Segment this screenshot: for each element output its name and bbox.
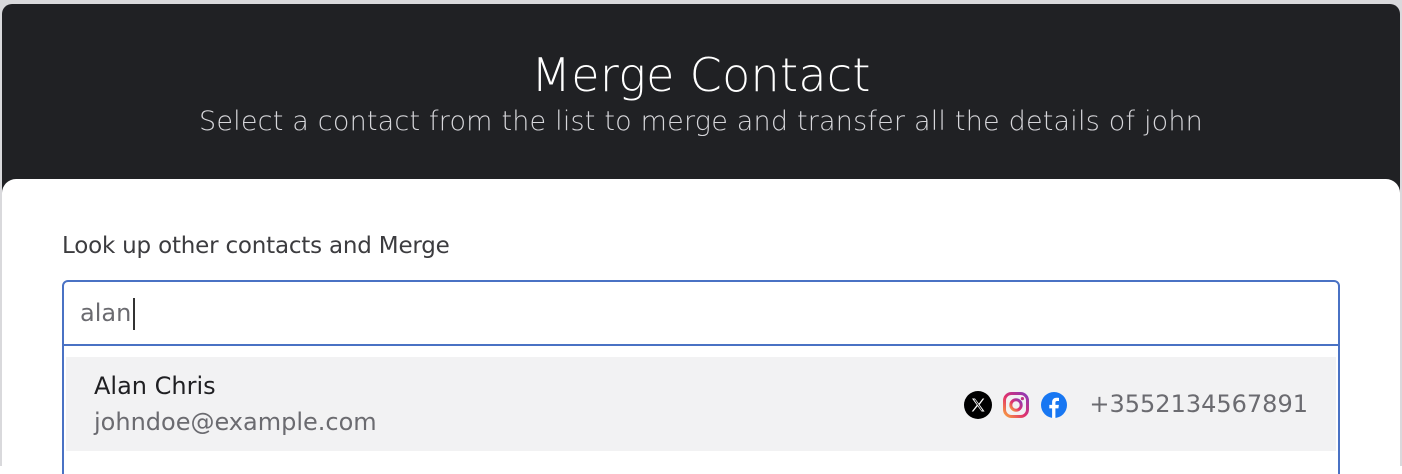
facebook-icon — [1041, 392, 1067, 418]
x-icon — [964, 391, 992, 419]
text-caret — [133, 298, 135, 330]
lookup-label: Look up other contacts and Merge — [62, 233, 450, 259]
result-name: Alan Chris — [94, 372, 216, 400]
page-frame: Merge Contact Select a contact from the … — [0, 0, 1402, 474]
social-icons — [964, 391, 1068, 419]
contact-search-input[interactable] — [64, 282, 1338, 346]
modal-subtitle: Select a contact from the list to merge … — [199, 106, 1203, 137]
contact-result-item[interactable]: Alan Chris johndoe@example.com +35521345… — [66, 357, 1336, 451]
result-email: johndoe@example.com — [94, 408, 377, 436]
modal-header: Merge Contact Select a contact from the … — [2, 4, 1400, 180]
modal-body: Look up other contacts and Merge Alan Ch… — [2, 179, 1400, 474]
modal-title: Merge Contact — [531, 48, 871, 102]
lookup-combobox: Alan Chris johndoe@example.com — [62, 280, 1340, 474]
merge-contact-modal: Merge Contact Select a contact from the … — [2, 4, 1400, 474]
instagram-icon — [1003, 392, 1029, 418]
result-phone: +3552134567891 — [1089, 390, 1308, 418]
